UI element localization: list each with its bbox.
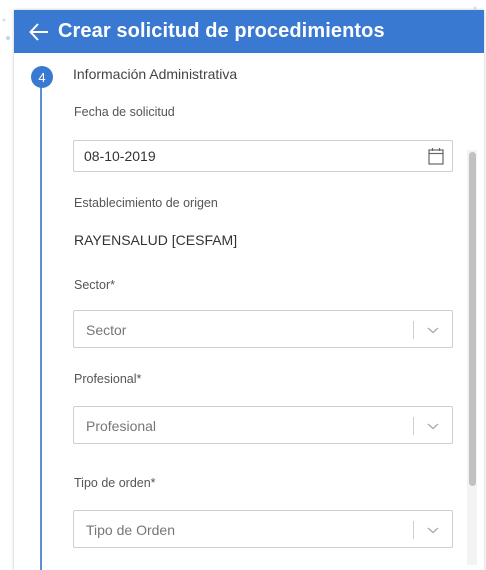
step-title: Información Administrativa: [73, 66, 238, 82]
establecimiento-label: Establecimiento de origen: [74, 196, 218, 210]
chevron-down-icon[interactable]: [426, 325, 440, 335]
sector-label: Sector*: [74, 278, 115, 292]
panel-header: Crear solicitud de procedimientos: [14, 10, 484, 53]
fecha-solicitud-field[interactable]: 08-10-2019: [73, 140, 453, 172]
tipo-orden-label: Tipo de orden*: [74, 476, 156, 490]
select-separator: [413, 321, 414, 339]
fecha-solicitud-value: 08-10-2019: [84, 148, 156, 164]
calendar-icon[interactable]: [428, 147, 444, 165]
tipo-orden-select[interactable]: Tipo de Orden: [73, 510, 453, 548]
profesional-label: Profesional*: [74, 372, 142, 386]
fecha-solicitud-label: Fecha de solicitud: [74, 105, 175, 119]
step-connector-line: [40, 86, 42, 570]
arrow-left-icon[interactable]: [28, 21, 50, 43]
chevron-down-icon[interactable]: [426, 525, 440, 535]
chevron-down-icon[interactable]: [426, 421, 440, 431]
tipo-orden-placeholder: Tipo de Orden: [86, 522, 175, 538]
sector-select[interactable]: Sector: [73, 310, 453, 348]
establecimiento-value: RAYENSALUD [CESFAM]: [74, 232, 238, 248]
page-title: Crear solicitud de procedimientos: [58, 20, 385, 42]
profesional-placeholder: Profesional: [86, 418, 157, 434]
profesional-select[interactable]: Profesional: [73, 406, 453, 444]
sector-placeholder: Sector: [86, 322, 127, 338]
select-separator: [413, 417, 414, 435]
step-number-badge: 4: [31, 66, 53, 88]
procedure-request-panel: Crear solicitud de procedimientos 4 Info…: [14, 10, 484, 570]
select-separator: [413, 521, 414, 539]
scrollbar-thumb[interactable]: [469, 152, 476, 486]
